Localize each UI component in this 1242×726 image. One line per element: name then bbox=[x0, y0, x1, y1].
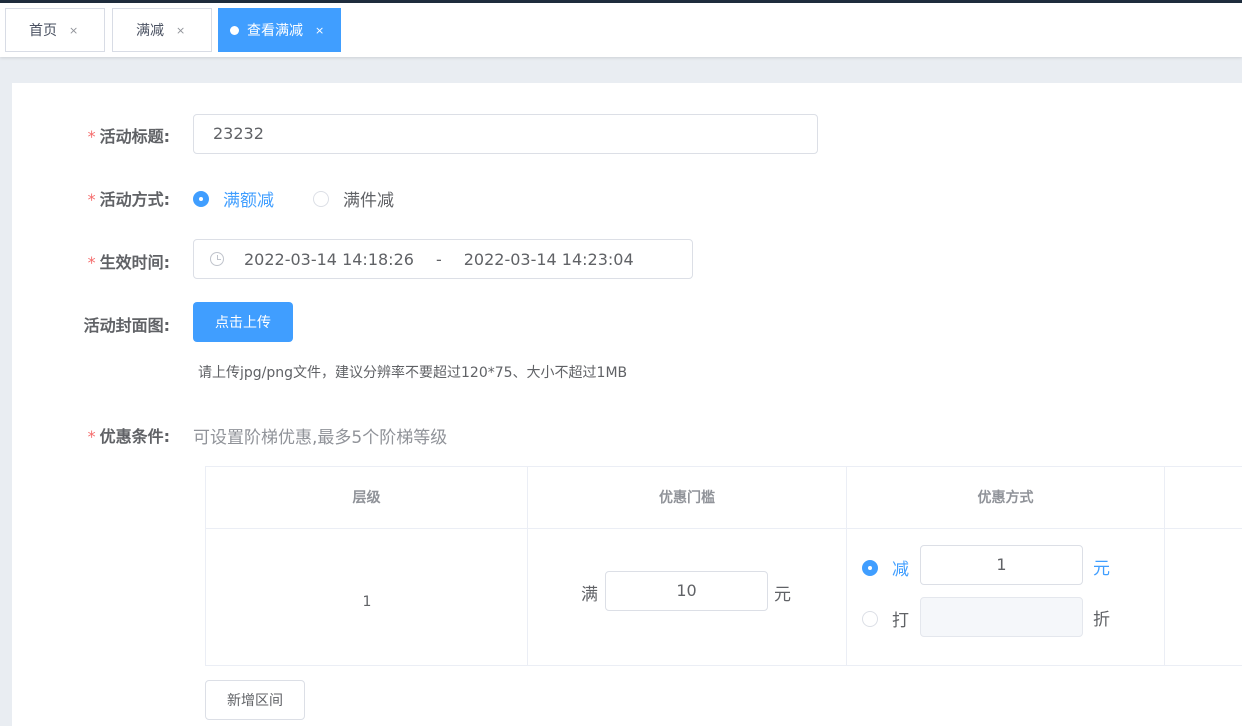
tab-home[interactable]: 首页 × bbox=[5, 8, 105, 52]
cover-image-label: 活动封面图: bbox=[83, 316, 170, 335]
tab-label: 首页 bbox=[29, 23, 57, 39]
tab-label: 满减 bbox=[136, 23, 164, 39]
level-value: 1 bbox=[362, 594, 372, 610]
radio-checked-icon bbox=[862, 559, 878, 576]
tab-bar: 首页 × 满减 × 查看满减 × bbox=[0, 3, 1242, 57]
required-mark: * bbox=[87, 253, 96, 272]
upload-tip: 请上传jpg/png文件，建议分辨率不要超过120*75、大小不超过1MB bbox=[198, 365, 628, 381]
threshold-prefix: 满 bbox=[581, 585, 598, 605]
activity-title-label: * 活动标题: bbox=[87, 127, 170, 146]
tab-label: 查看满减 bbox=[247, 23, 303, 39]
table-cell-extra bbox=[1165, 529, 1242, 666]
radio-reduce[interactable]: 减 bbox=[862, 555, 909, 580]
table-cell-threshold: 满 10 元 bbox=[528, 529, 847, 666]
active-dot-icon bbox=[230, 25, 239, 35]
table-cell-level: 1 bbox=[206, 529, 528, 666]
effective-time-label: * 生效时间: bbox=[87, 253, 170, 272]
radio-label: 满件减 bbox=[343, 191, 394, 211]
radio-unchecked-icon bbox=[862, 610, 878, 627]
radio-unchecked-icon bbox=[313, 190, 329, 207]
header-level: 层级 bbox=[206, 467, 528, 529]
discount-conditions-label: * 优惠条件: bbox=[87, 427, 170, 446]
discount-tier-table: 层级 优惠门槛 优惠方式 1 满 10 元 减 1 元 打 折 bbox=[205, 466, 1242, 666]
conditions-tip: 可设置阶梯优惠,最多5个阶梯等级 bbox=[193, 428, 448, 448]
range-separator: - bbox=[435, 249, 442, 269]
close-icon[interactable]: × bbox=[176, 24, 185, 37]
activity-title-input[interactable]: 23232 bbox=[193, 114, 818, 154]
threshold-input[interactable]: 10 bbox=[605, 571, 768, 611]
required-mark: * bbox=[87, 190, 96, 209]
discount-unit: 折 bbox=[1093, 610, 1110, 630]
form-panel: * 活动标题: 23232 * 活动方式: 满额减 满件减 * 生效时间: 2022-… bbox=[12, 83, 1242, 726]
radio-checked-icon bbox=[193, 190, 209, 207]
required-mark: * bbox=[87, 127, 96, 146]
date-range-picker[interactable]: 2022-03-14 14:18:26 - 2022-03-14 14:23:0… bbox=[193, 239, 693, 279]
header-discount-method: 优惠方式 bbox=[847, 467, 1165, 529]
radio-count-reduce[interactable]: 满件减 bbox=[313, 186, 394, 211]
end-time[interactable]: 2022-03-14 14:23:04 bbox=[464, 250, 634, 269]
radio-discount[interactable]: 打 bbox=[862, 606, 909, 631]
header-extra bbox=[1165, 467, 1242, 529]
radio-label: 减 bbox=[892, 560, 909, 580]
discount-rate-input[interactable] bbox=[920, 597, 1083, 637]
required-mark: * bbox=[87, 427, 96, 446]
upload-button[interactable]: 点击上传 bbox=[193, 302, 293, 342]
header-threshold: 优惠门槛 bbox=[528, 467, 847, 529]
reduce-amount-input[interactable]: 1 bbox=[920, 545, 1083, 585]
table-cell-discount-method: 减 1 元 打 折 bbox=[847, 529, 1165, 666]
tab-view-manjian[interactable]: 查看满减 × bbox=[218, 8, 341, 52]
radio-label: 满额减 bbox=[223, 191, 274, 211]
reduce-unit: 元 bbox=[1093, 559, 1110, 579]
start-time[interactable]: 2022-03-14 14:18:26 bbox=[244, 250, 414, 269]
threshold-unit: 元 bbox=[774, 585, 791, 605]
radio-amount-reduce[interactable]: 满额减 bbox=[193, 186, 274, 211]
close-icon[interactable]: × bbox=[69, 24, 78, 37]
activity-mode-label: * 活动方式: bbox=[87, 190, 170, 209]
close-icon[interactable]: × bbox=[315, 24, 324, 37]
radio-label: 打 bbox=[892, 611, 909, 631]
add-range-button[interactable]: 新增区间 bbox=[205, 680, 305, 720]
tab-manjian[interactable]: 满减 × bbox=[112, 8, 212, 52]
clock-icon bbox=[210, 252, 224, 266]
